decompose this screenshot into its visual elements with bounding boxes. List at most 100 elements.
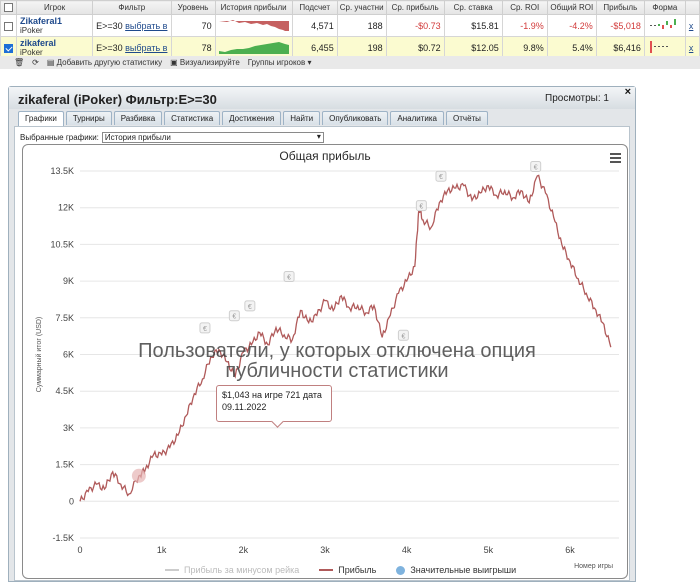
y-tick-label: 6K	[63, 350, 74, 360]
views-counter: Просмотры: 1	[545, 93, 609, 104]
graphs-tab-content: Выбранные графики: История прибыли Общая…	[14, 126, 630, 581]
profit-history-sparkline[interactable]	[214, 14, 293, 37]
big-win-marker-glyph: €	[248, 304, 252, 311]
tab-4[interactable]: Достижения	[222, 111, 282, 125]
big-win-marker-glyph: €	[534, 164, 538, 171]
chart-add-icon: ▤	[46, 58, 55, 67]
filter-value: E>=30	[96, 42, 123, 53]
table-header-row: Игрок Фильтр Уровень История прибыли Под…	[0, 0, 700, 15]
select-all-checkbox[interactable]	[4, 3, 13, 13]
tab-3[interactable]: Статистика	[164, 111, 221, 125]
legend-dot-icon	[396, 565, 406, 575]
legend-label: Прибыль за минусом рейка	[184, 565, 300, 575]
header-form[interactable]: Форма	[643, 0, 686, 15]
tab-2[interactable]: Разбивка	[113, 111, 163, 125]
tab-7[interactable]: Аналитика	[390, 111, 445, 125]
panel-tabs: Графики Турниры Разбивка Статистика Достижен…	[18, 111, 488, 126]
tab-6[interactable]: Опубликовать	[322, 111, 389, 125]
tooltip-line-1: $1,043 на игре 721 дата	[222, 390, 322, 400]
legend-line-icon	[165, 569, 179, 571]
big-win-marker-glyph: €	[439, 174, 443, 181]
legend-item-profit[interactable]: Прибыль	[319, 565, 376, 575]
big-win-marker-glyph: €	[287, 275, 291, 282]
player-panel: zikaferal (iPoker) Фильтр:E>=30 Просмотр…	[8, 86, 636, 582]
header-player[interactable]: Игрок	[16, 0, 94, 15]
header-avg-profit[interactable]: Ср. прибыль	[385, 0, 445, 15]
player-name-link[interactable]: Zikaferal1	[20, 16, 89, 26]
panel-header: zikaferal (iPoker) Фильтр:E>=30 Просмотр…	[9, 86, 635, 109]
x-tick-label: 6k	[565, 545, 575, 555]
hover-point	[131, 468, 146, 483]
header-filter[interactable]: Фильтр	[92, 0, 172, 15]
tab-5[interactable]: Найти	[283, 111, 321, 125]
player-site: iPoker	[20, 26, 43, 35]
remove-cell: x	[684, 14, 700, 37]
header-level[interactable]: Уровень	[170, 0, 216, 15]
row-checkbox[interactable]	[4, 43, 13, 53]
filter-select-link[interactable]: выбрать в	[125, 21, 167, 31]
row-checkbox-cell[interactable]	[0, 14, 18, 37]
count-cell: 4,571	[291, 14, 338, 37]
tab-1[interactable]: Турниры	[65, 111, 112, 125]
header-count[interactable]: Подсчет	[291, 0, 338, 15]
avg-profit-cell: -$0.73	[385, 14, 445, 37]
x-tick-label: 0	[77, 545, 82, 555]
header-profit-history[interactable]: История прибыли	[214, 0, 293, 15]
remove-player-link[interactable]: x	[689, 21, 694, 31]
avg-roi-cell: -1.9%	[501, 14, 548, 37]
visualize-label: Визуализируйте	[179, 58, 240, 67]
form-bars	[649, 40, 668, 53]
header-total-roi[interactable]: Общий ROI	[546, 0, 597, 15]
legend-item-big-wins[interactable]: Значительные выигрыши	[396, 565, 516, 575]
big-win-marker-glyph: €	[203, 326, 207, 333]
chart-select[interactable]: История прибыли	[101, 132, 324, 143]
y-tick-label: 7.5K	[55, 313, 74, 323]
y-tick-label: 0	[69, 496, 74, 506]
profit-series-line	[79, 174, 612, 502]
chart-select-row: Выбранные графики: История прибыли	[20, 132, 324, 143]
form-bars	[649, 18, 676, 29]
total-roi-cell: -4.2%	[546, 14, 597, 37]
header-profit[interactable]: Прибыль	[595, 0, 645, 15]
y-axis-label: Суммарный итог (USD)	[35, 317, 43, 393]
table-row[interactable]: Zikaferal1 iPoker E>=30 выбрать в 70 4,5…	[0, 14, 700, 37]
chart-legend: Прибыль за минусом рейка Прибыль Значите…	[165, 565, 516, 575]
legend-item-rake[interactable]: Прибыль за минусом рейка	[165, 565, 299, 575]
visualize-icon: ▣	[170, 58, 178, 67]
player-cell[interactable]: Zikaferal1 iPoker	[16, 14, 94, 37]
filter-cell: E>=30 выбрать в	[92, 14, 172, 37]
trash-icon[interactable]: 🗑	[14, 58, 24, 67]
remove-player-link[interactable]: x	[689, 43, 694, 53]
chart-tooltip: $1,043 на игре 721 дата 09.11.2022	[216, 385, 332, 422]
chevron-down-icon: ▾	[307, 58, 312, 67]
header-avg-stake[interactable]: Ср. ставка	[443, 0, 503, 15]
filter-select-link[interactable]: выбрать в	[125, 43, 167, 53]
header-remove	[684, 0, 700, 15]
header-select-all[interactable]	[0, 0, 18, 15]
level-cell: 70	[170, 14, 216, 37]
y-tick-label: 13.5K	[50, 166, 74, 176]
close-icon[interactable]: ×	[625, 86, 631, 98]
y-tick-label: -1.5K	[52, 533, 74, 543]
player-name-link[interactable]: zikaferal	[20, 38, 89, 48]
row-checkbox[interactable]	[4, 21, 13, 31]
player-groups-button[interactable]: Группы игроков ▾	[248, 58, 312, 67]
player-groups-label: Группы игроков	[247, 58, 306, 67]
visualize-button[interactable]: ▣ Визуализируйте	[170, 58, 240, 67]
tab-8[interactable]: Отчёты	[446, 111, 488, 125]
header-avg-roi[interactable]: Ср. ROI	[501, 0, 548, 15]
y-tick-label: 12K	[58, 203, 74, 213]
header-avg-field[interactable]: Ср. участни	[336, 0, 387, 15]
chart-container: Общая прибыль -1.5K 0 1.5K 3K 4.5K 6K 7.5K 9K 10…	[22, 144, 628, 579]
chart-select-label: Выбранные графики:	[20, 133, 99, 142]
tab-0[interactable]: Графики	[18, 111, 64, 126]
y-tick-label: 1.5K	[55, 460, 74, 470]
filter-value: E>=30	[96, 20, 123, 31]
sparkline-green	[218, 41, 289, 54]
overlay-line-2: публичности статистики	[225, 360, 449, 382]
add-stat-button[interactable]: ▤ Добавить другую статистику	[47, 58, 162, 67]
refresh-icon[interactable]: ⟳	[32, 58, 39, 67]
add-stat-label: Добавить другую статистику	[56, 58, 163, 67]
y-tick-label: 3K	[63, 423, 74, 433]
x-tick-label: 4k	[402, 545, 412, 555]
